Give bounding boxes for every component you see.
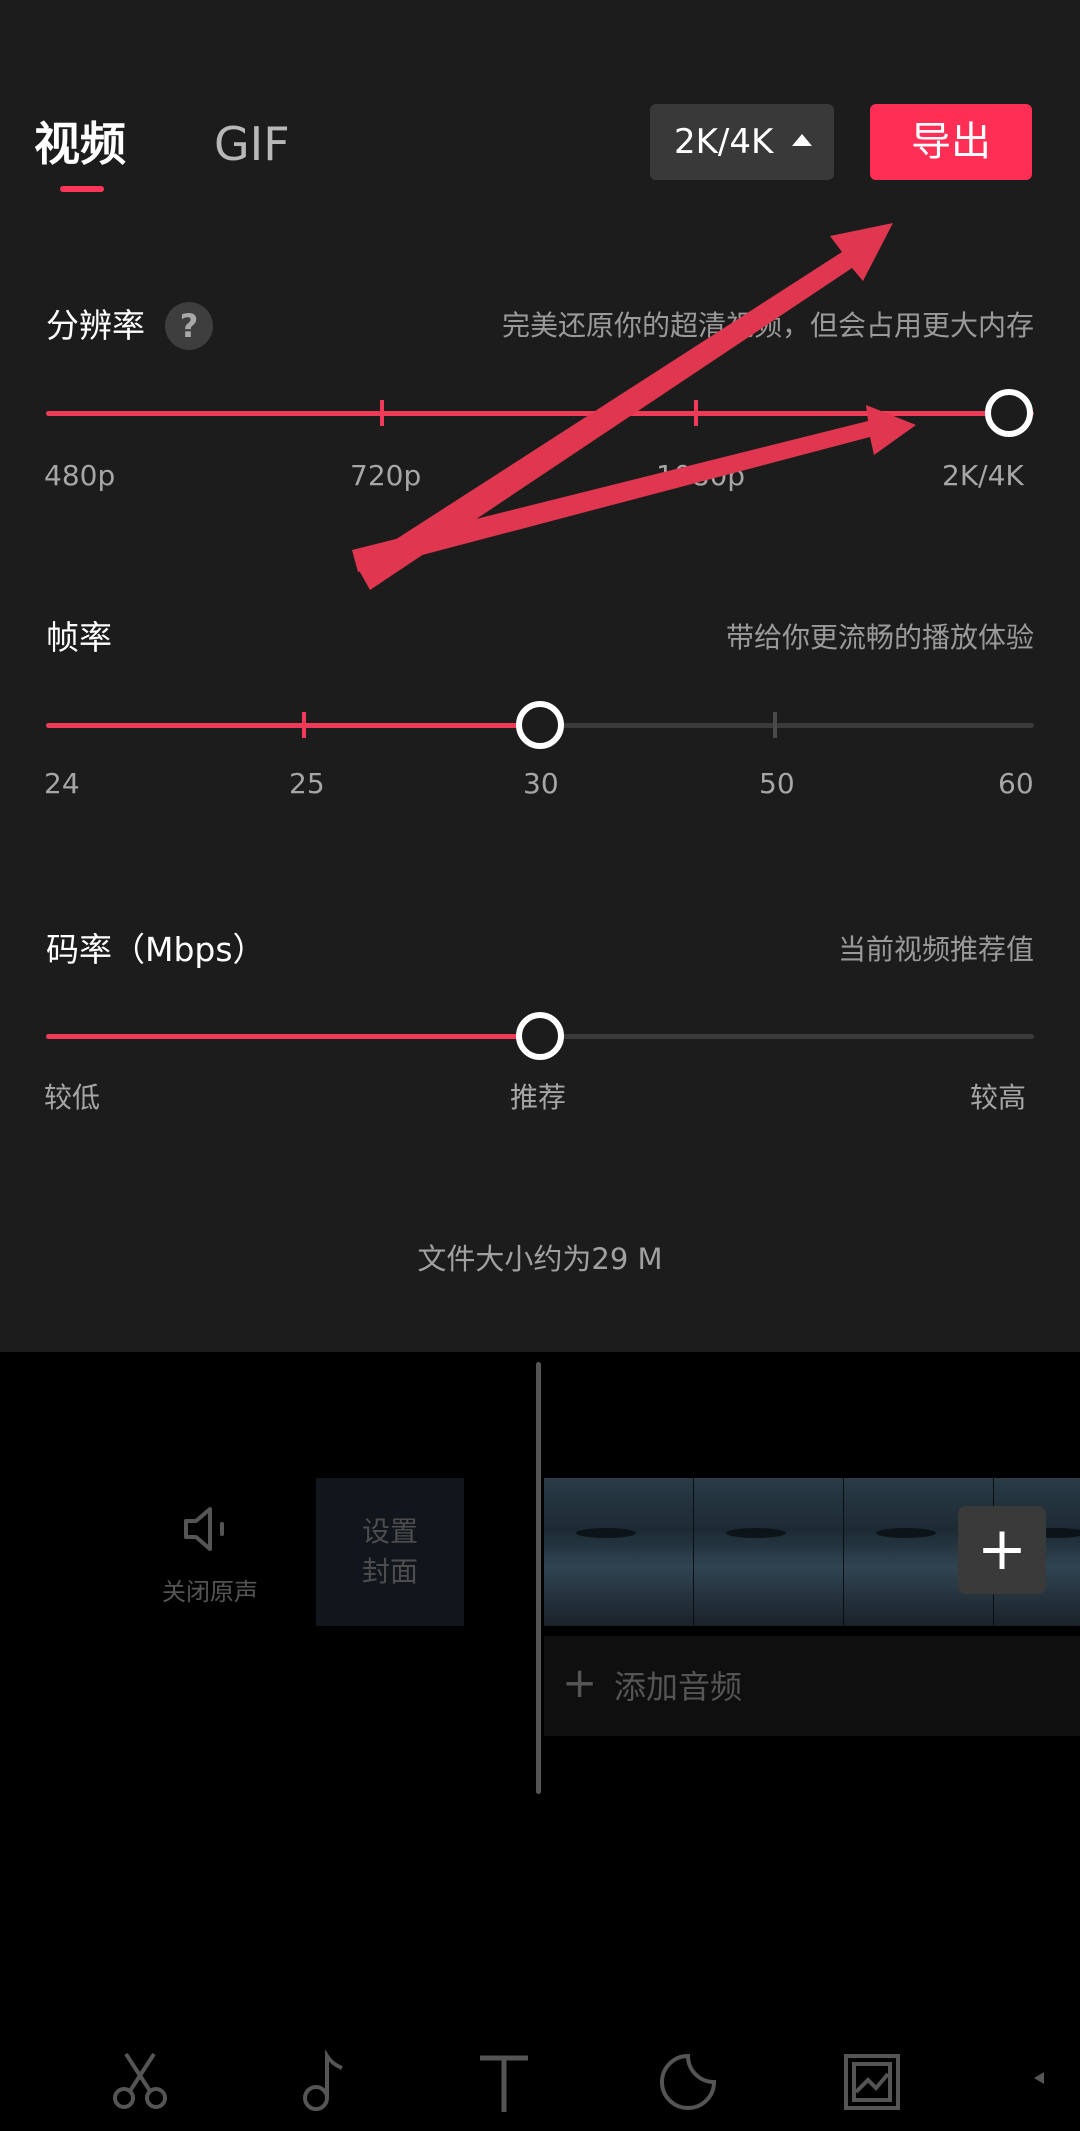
speaker-icon[interactable] xyxy=(180,1504,240,1554)
mute-original-audio-label[interactable]: 关闭原声 xyxy=(150,1572,270,1607)
clip-frame xyxy=(544,1478,694,1626)
bitrate-option-recommended[interactable]: 推荐 xyxy=(510,1078,566,1118)
frame-rate-hint: 带给你更流畅的播放体验 xyxy=(725,621,1034,654)
set-cover-label-line2: 封面 xyxy=(361,1555,418,1588)
frame-rate-option-25[interactable]: 25 xyxy=(289,764,325,804)
frame-rate-tick-50 xyxy=(773,712,777,738)
add-audio-track[interactable]: + 添加音频 xyxy=(544,1636,1080,1736)
scissors-icon[interactable] xyxy=(108,2050,172,2114)
bitrate-slider-fill xyxy=(46,1034,540,1039)
annotation-arrows xyxy=(352,223,916,590)
bitrate-slider[interactable] xyxy=(46,1012,1034,1060)
frame-rate-tick-25 xyxy=(302,712,306,738)
sticker-icon[interactable] xyxy=(656,2050,720,2114)
text-icon[interactable] xyxy=(472,2050,536,2114)
bitrate-option-low[interactable]: 较低 xyxy=(44,1078,100,1118)
frame-rate-option-24[interactable]: 24 xyxy=(44,764,80,804)
bottom-toolbar xyxy=(0,2050,1080,2130)
plus-icon: + xyxy=(562,1658,598,1707)
add-audio-label: 添加音频 xyxy=(614,1668,743,1706)
frame-rate-title: 帧率 xyxy=(46,618,112,657)
bitrate-slider-knob[interactable] xyxy=(516,1012,564,1060)
frame-rate-slider-knob[interactable] xyxy=(516,701,564,749)
bitrate-option-high[interactable]: 较高 xyxy=(970,1078,1026,1118)
frame-rate-option-60[interactable]: 60 xyxy=(998,764,1034,804)
bitrate-title: 码率（Mbps） xyxy=(46,930,266,969)
bitrate-hint: 当前视频推荐值 xyxy=(837,933,1034,966)
timeline-playhead[interactable] xyxy=(536,1362,541,1794)
frame-rate-option-30[interactable]: 30 xyxy=(523,764,559,804)
clip-frame xyxy=(694,1478,844,1626)
file-size-estimate: 文件大小约为29 M xyxy=(417,1242,663,1276)
more-icon[interactable] xyxy=(1014,2050,1054,2114)
frame-rate-option-50[interactable]: 50 xyxy=(759,764,795,804)
frame-rate-slider-fill xyxy=(46,723,540,728)
add-clip-button[interactable]: + xyxy=(958,1506,1046,1594)
annotation-arrow-to-2k4k xyxy=(352,405,916,572)
music-note-icon[interactable] xyxy=(292,2050,356,2114)
set-cover-label-line1: 设置 xyxy=(361,1515,418,1548)
image-icon[interactable] xyxy=(840,2050,904,2114)
frame-rate-slider[interactable] xyxy=(46,701,1034,749)
set-cover-button[interactable]: 设置 封面 xyxy=(316,1478,464,1626)
